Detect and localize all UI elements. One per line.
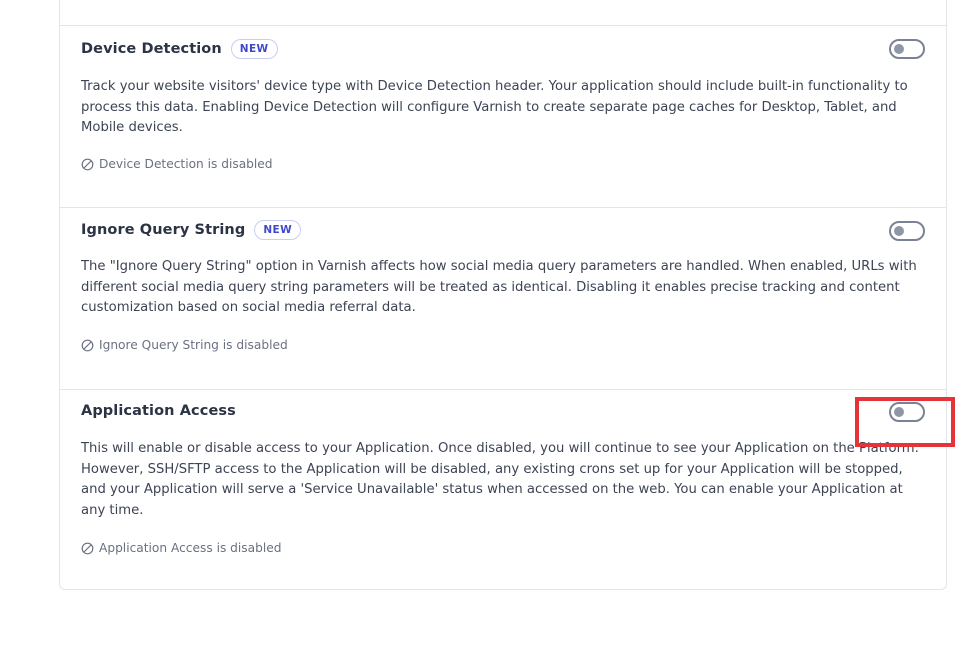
disabled-icon [81,542,94,554]
section-description: This will enable or disable access to yo… [81,441,919,518]
status-text: Ignore Query String is disabled [99,338,288,352]
section-header: Device Detection NEW [81,37,278,61]
section-device-detection: Device Detection NEW Track your website … [60,26,946,207]
new-badge: NEW [254,220,302,240]
status-line: Application Access is disabled [81,540,281,556]
section-header: Ignore Query String NEW [81,218,302,242]
section-ignore-query-string: Ignore Query String NEW The "Ignore Quer… [60,208,946,389]
device-detection-toggle[interactable] [889,39,925,59]
new-badge: NEW [230,39,278,59]
section-title: Application Access [81,403,236,419]
toggle-knob [894,44,904,54]
application-access-toggle[interactable] [889,402,925,422]
toggle-knob [894,226,904,236]
disabled-icon [81,158,94,170]
section-header: Application Access [81,400,236,422]
ignore-query-string-toggle[interactable] [889,221,925,241]
section-description: The "Ignore Query String" option in Varn… [81,259,917,315]
status-text: Device Detection is disabled [99,157,273,171]
status-line: Device Detection is disabled [81,156,273,172]
section-application-access: Application Access This will enable or d… [60,390,946,590]
section-title: Device Detection [81,41,222,57]
status-text: Application Access is disabled [99,541,282,555]
section-description: Track your website visitors' device type… [81,79,908,135]
settings-panel: Device Detection NEW Track your website … [59,0,947,590]
toggle-knob [894,407,904,417]
disabled-icon [81,339,94,351]
section-title: Ignore Query String [81,222,246,238]
status-line: Ignore Query String is disabled [81,337,288,353]
